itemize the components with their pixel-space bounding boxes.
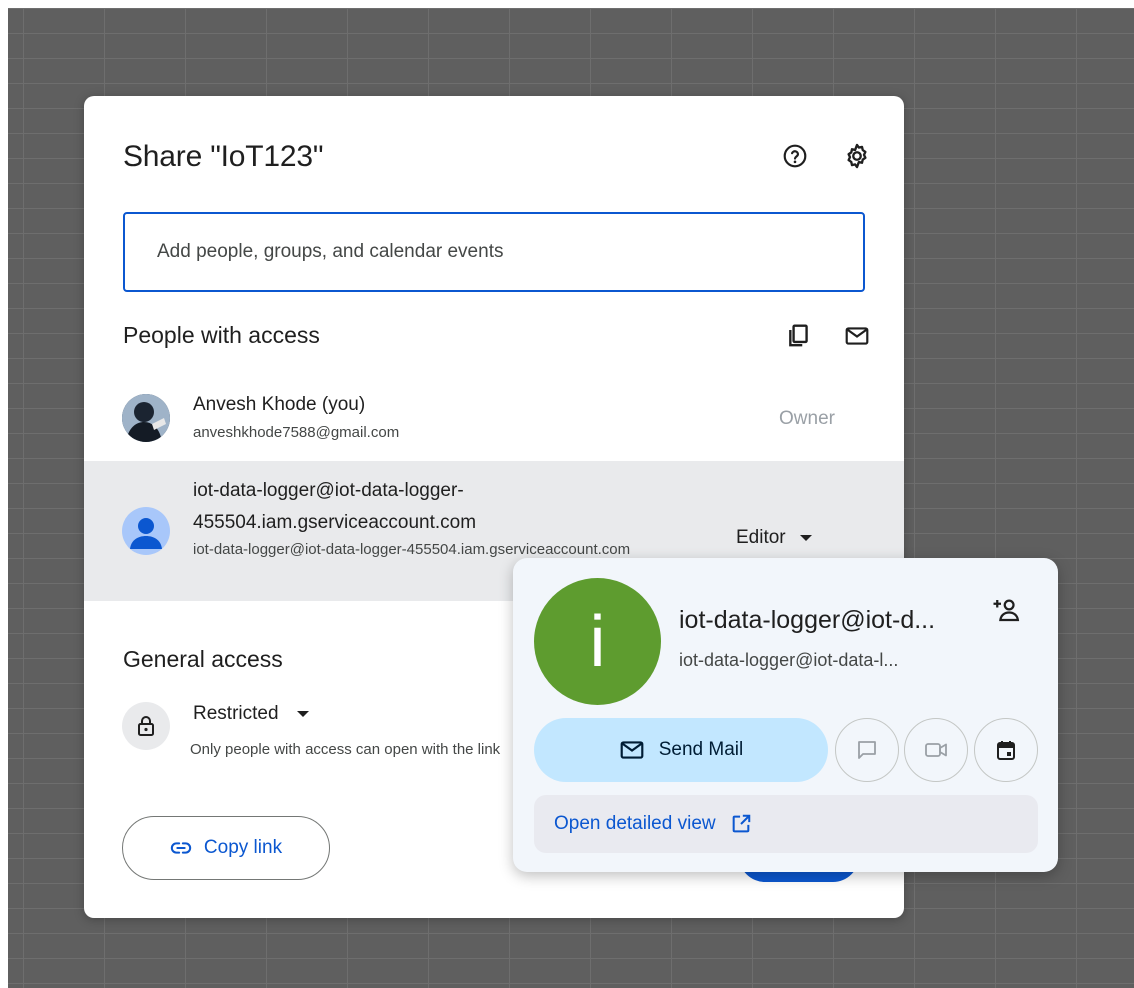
add-person-icon: [993, 599, 1020, 622]
mail-icon: [620, 741, 644, 759]
general-access-dropdown[interactable]: Restricted: [193, 703, 309, 725]
people-with-access-heading: People with access: [123, 322, 320, 348]
link-icon: [170, 842, 192, 854]
owner-email: anveshkhode7588@gmail.com: [193, 424, 400, 441]
send-mail-label: Send Mail: [658, 739, 744, 760]
person-icon: [130, 518, 162, 549]
card-email: iot-data-logger@iot-data-l...: [679, 650, 899, 670]
chevron-down-icon: [296, 711, 309, 717]
contact-hover-card: i iot-data-logger@iot-d... iot-data-logg…: [513, 558, 1058, 872]
general-access-heading: General access: [123, 646, 283, 672]
help-icon: [783, 144, 807, 168]
detailed-view-label: Open detailed view: [554, 813, 716, 834]
general-access-description: Only people with access can open with th…: [190, 741, 501, 758]
open-detailed-view-link[interactable]: Open detailed view: [534, 795, 1038, 853]
video-call-button[interactable]: [904, 718, 968, 782]
service-account-name: iot-data-logger@iot-data-logger-455504.i…: [193, 480, 477, 533]
copy-link-button[interactable]: Copy link: [122, 816, 330, 880]
card-name: iot-data-logger@iot-d...: [679, 606, 936, 634]
owner-role-label: Owner: [779, 408, 835, 429]
copy-icon: [789, 324, 808, 347]
help-button[interactable]: [777, 138, 813, 174]
copy-link-label: Copy link: [203, 837, 283, 858]
video-icon: [925, 743, 947, 757]
general-access-level: Restricted: [193, 703, 279, 724]
owner-avatar: [122, 394, 170, 442]
lock-icon: [138, 716, 154, 736]
send-mail-button[interactable]: Send Mail: [534, 718, 828, 782]
open-in-new-icon: [732, 814, 750, 833]
add-people-input[interactable]: [123, 212, 865, 292]
email-collaborators-button[interactable]: [839, 318, 875, 354]
card-avatar: i: [534, 578, 661, 705]
dialog-title: Share "IoT123": [123, 140, 324, 173]
calendar-icon: [997, 741, 1015, 760]
schedule-event-button[interactable]: [974, 718, 1038, 782]
add-contact-button[interactable]: [988, 592, 1024, 628]
chat-icon: [858, 741, 876, 759]
role-dropdown-label: Editor: [736, 527, 786, 548]
service-account-avatar: [122, 507, 170, 555]
lock-badge: [122, 702, 170, 750]
copy-emails-button[interactable]: [781, 318, 817, 354]
chat-button[interactable]: [835, 718, 899, 782]
owner-name: Anvesh Khode (you): [193, 394, 366, 415]
mail-icon: [845, 327, 869, 345]
gear-icon: [847, 143, 867, 169]
role-dropdown[interactable]: Editor: [736, 527, 812, 549]
person-row-owner[interactable]: Anvesh Khode (you) anveshkhode7588@gmail…: [84, 384, 904, 448]
settings-button[interactable]: [839, 138, 875, 174]
chevron-down-icon: [799, 535, 812, 541]
